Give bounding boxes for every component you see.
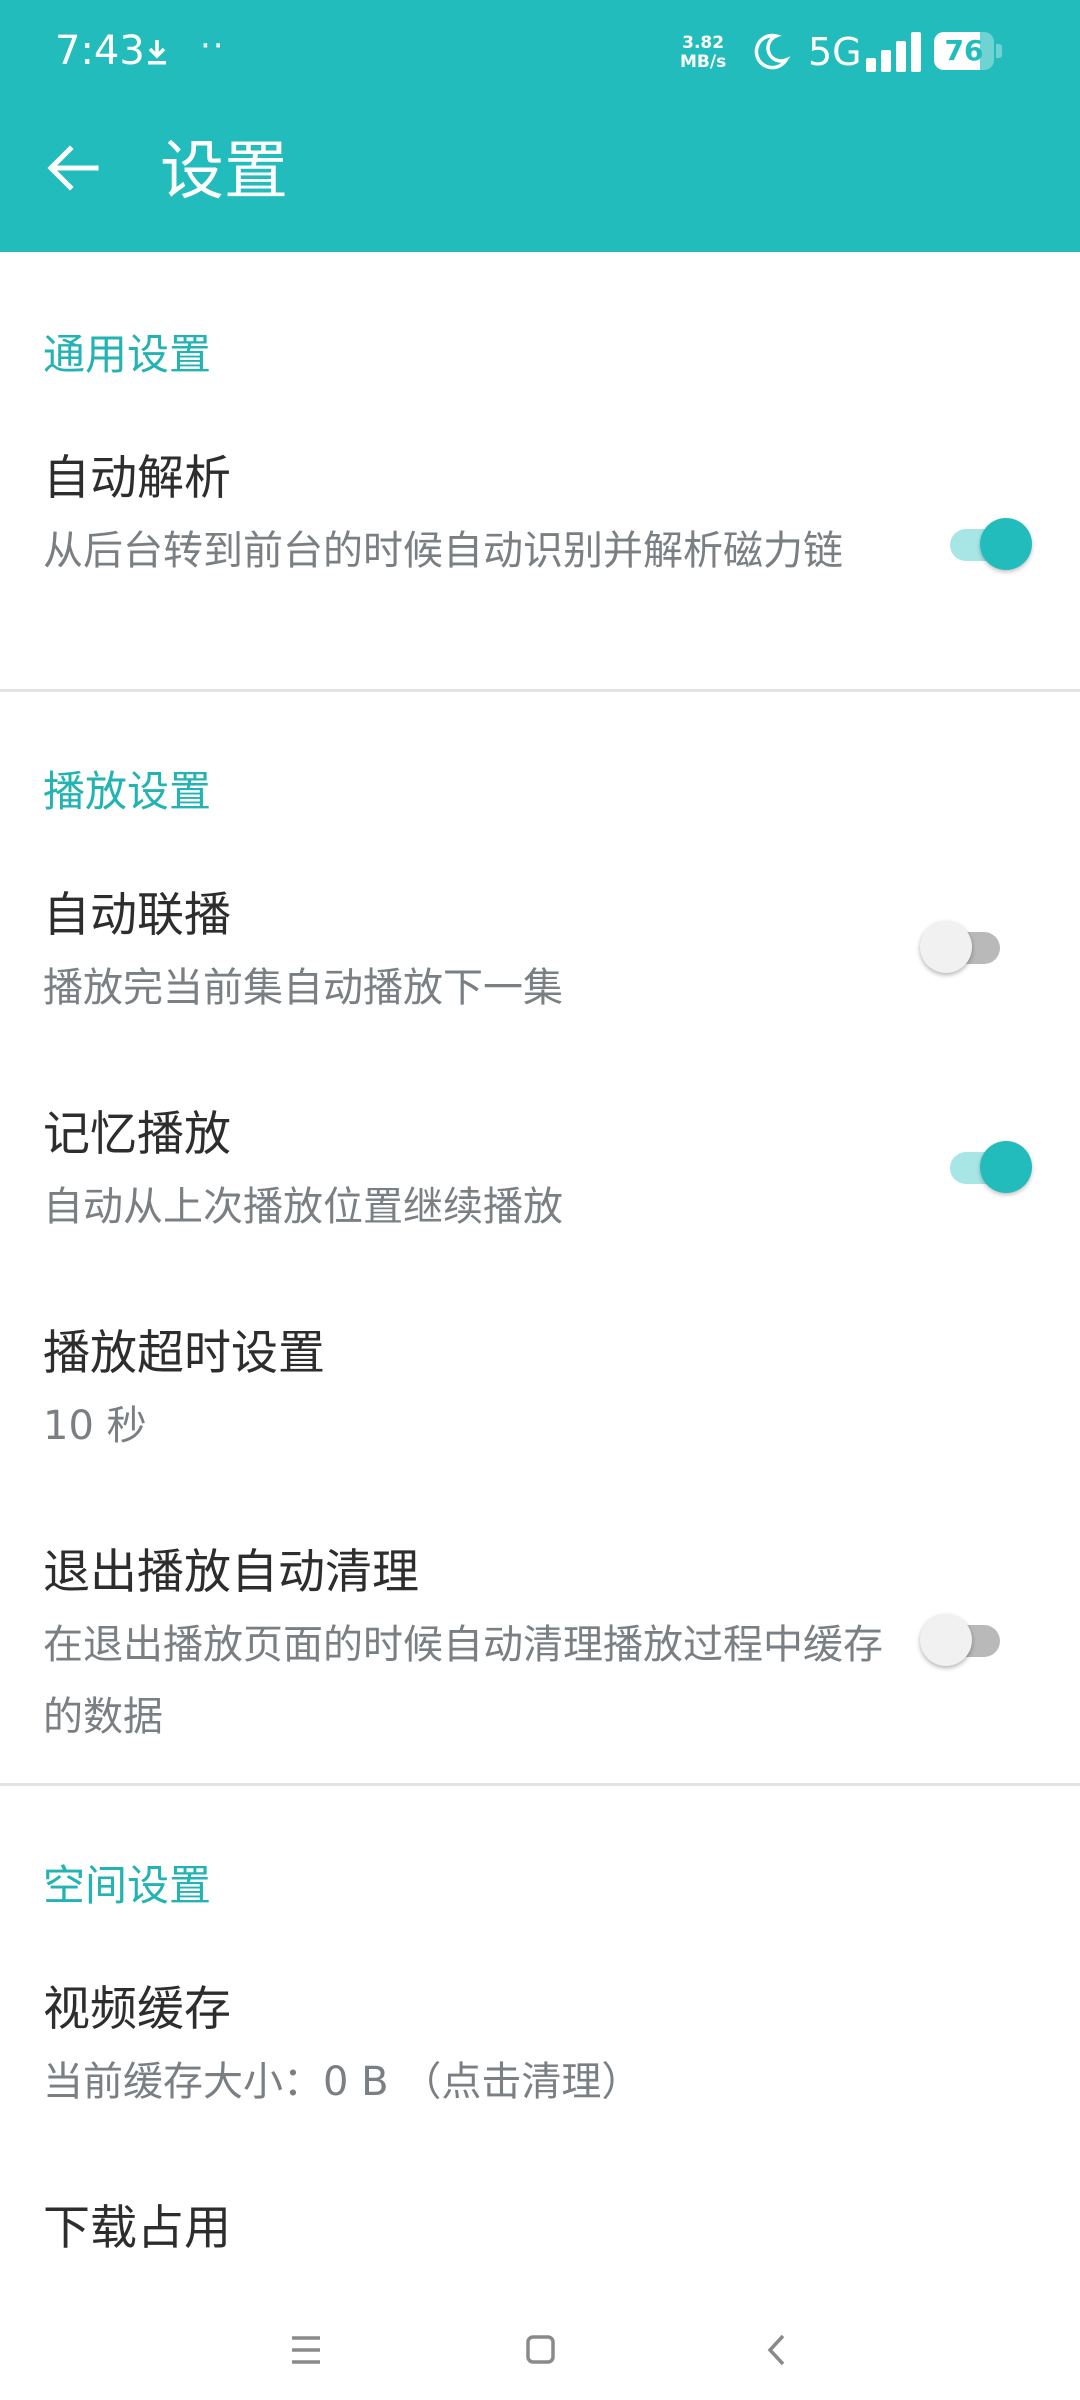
more-notifications-icon: ·· — [200, 26, 226, 66]
back-button[interactable] — [30, 128, 120, 208]
setting-subtitle: 当前缓存大小：0 B （点击清理） — [43, 2059, 642, 2105]
setting-subtitle: 在退出播放页面的时候自动清理播放过程中缓存的数据 — [43, 1622, 883, 1740]
menu-icon — [292, 2336, 320, 2364]
setting-resume[interactable]: 记忆播放 自动从上次播放位置继续播放 — [0, 1105, 1080, 1255]
app-bar: 7:43 ·· 3.82 MB/s 5G 76 设置 — [0, 0, 1080, 252]
setting-title: 退出播放自动清理 — [43, 1545, 419, 1600]
setting-title: 视频缓存 — [43, 1982, 231, 2037]
home-icon — [526, 2335, 555, 2364]
switch-thumb — [980, 1141, 1032, 1193]
divider — [0, 689, 1080, 692]
setting-video-cache[interactable]: 视频缓存 当前缓存大小：0 B （点击清理） — [0, 1980, 1080, 2130]
chevron-left-icon — [767, 2334, 785, 2366]
section-header-general: 通用设置 — [43, 330, 212, 379]
setting-timeout[interactable]: 播放超时设置 10 秒 — [0, 1324, 1080, 1474]
setting-title: 自动解析 — [43, 451, 231, 506]
setting-subtitle: 播放完当前集自动播放下一集 — [43, 965, 563, 1011]
network-speed-value: 3.82 — [682, 33, 725, 53]
divider — [0, 1783, 1080, 1786]
battery-body: 76 — [934, 32, 994, 70]
page-title: 设置 — [160, 135, 288, 209]
setting-auto-parse[interactable]: 自动解析 从后台转到前台的时候自动识别并解析磁力链 — [0, 449, 1080, 659]
switch-thumb — [980, 518, 1032, 570]
auto-parse-toggle[interactable] — [940, 512, 1032, 572]
nav-home-button[interactable] — [500, 2310, 580, 2390]
setting-title: 播放超时设置 — [43, 1326, 325, 1381]
setting-value: 10 秒 — [43, 1403, 147, 1449]
moon-icon — [754, 33, 791, 70]
battery-tip — [996, 44, 1002, 58]
system-nav-bar — [0, 2290, 1080, 2400]
setting-subtitle: 从后台转到前台的时候自动识别并解析磁力链 — [43, 528, 843, 574]
network-type: 5G — [808, 30, 862, 74]
signal-icon — [866, 32, 921, 72]
nav-menu-button[interactable] — [266, 2310, 346, 2390]
auto-next-toggle[interactable] — [920, 915, 1010, 975]
setting-subtitle: 自动从上次播放位置继续播放 — [43, 1184, 563, 1230]
section-header-playback: 播放设置 — [43, 767, 212, 816]
battery-icon: 76 — [934, 32, 1004, 70]
setting-auto-clean[interactable]: 退出播放自动清理 在退出播放页面的时候自动清理播放过程中缓存的数据 — [0, 1543, 1080, 1753]
network-speed-unit: MB/s — [680, 52, 727, 72]
setting-title: 记忆播放 — [43, 1107, 231, 1162]
resume-toggle[interactable] — [940, 1135, 1032, 1195]
setting-auto-next[interactable]: 自动联播 播放完当前集自动播放下一集 — [0, 886, 1080, 1036]
status-bar: 7:43 ·· 3.82 MB/s 5G 76 — [0, 0, 1080, 106]
section-header-storage: 空间设置 — [43, 1861, 212, 1910]
setting-download-usage[interactable]: 下载占用 — [0, 2199, 1080, 2279]
status-time: 7:43 — [55, 28, 145, 74]
switch-thumb — [920, 1614, 972, 1666]
battery-level: 76 — [944, 34, 984, 67]
network-speed: 3.82 MB/s — [680, 34, 726, 72]
switch-thumb — [920, 921, 972, 973]
arrow-left-icon — [47, 145, 99, 191]
setting-title: 自动联播 — [43, 888, 231, 943]
download-icon — [148, 40, 166, 65]
nav-back-button[interactable] — [737, 2310, 817, 2390]
setting-title: 下载占用 — [43, 2201, 231, 2256]
auto-clean-toggle[interactable] — [920, 1608, 1010, 1668]
